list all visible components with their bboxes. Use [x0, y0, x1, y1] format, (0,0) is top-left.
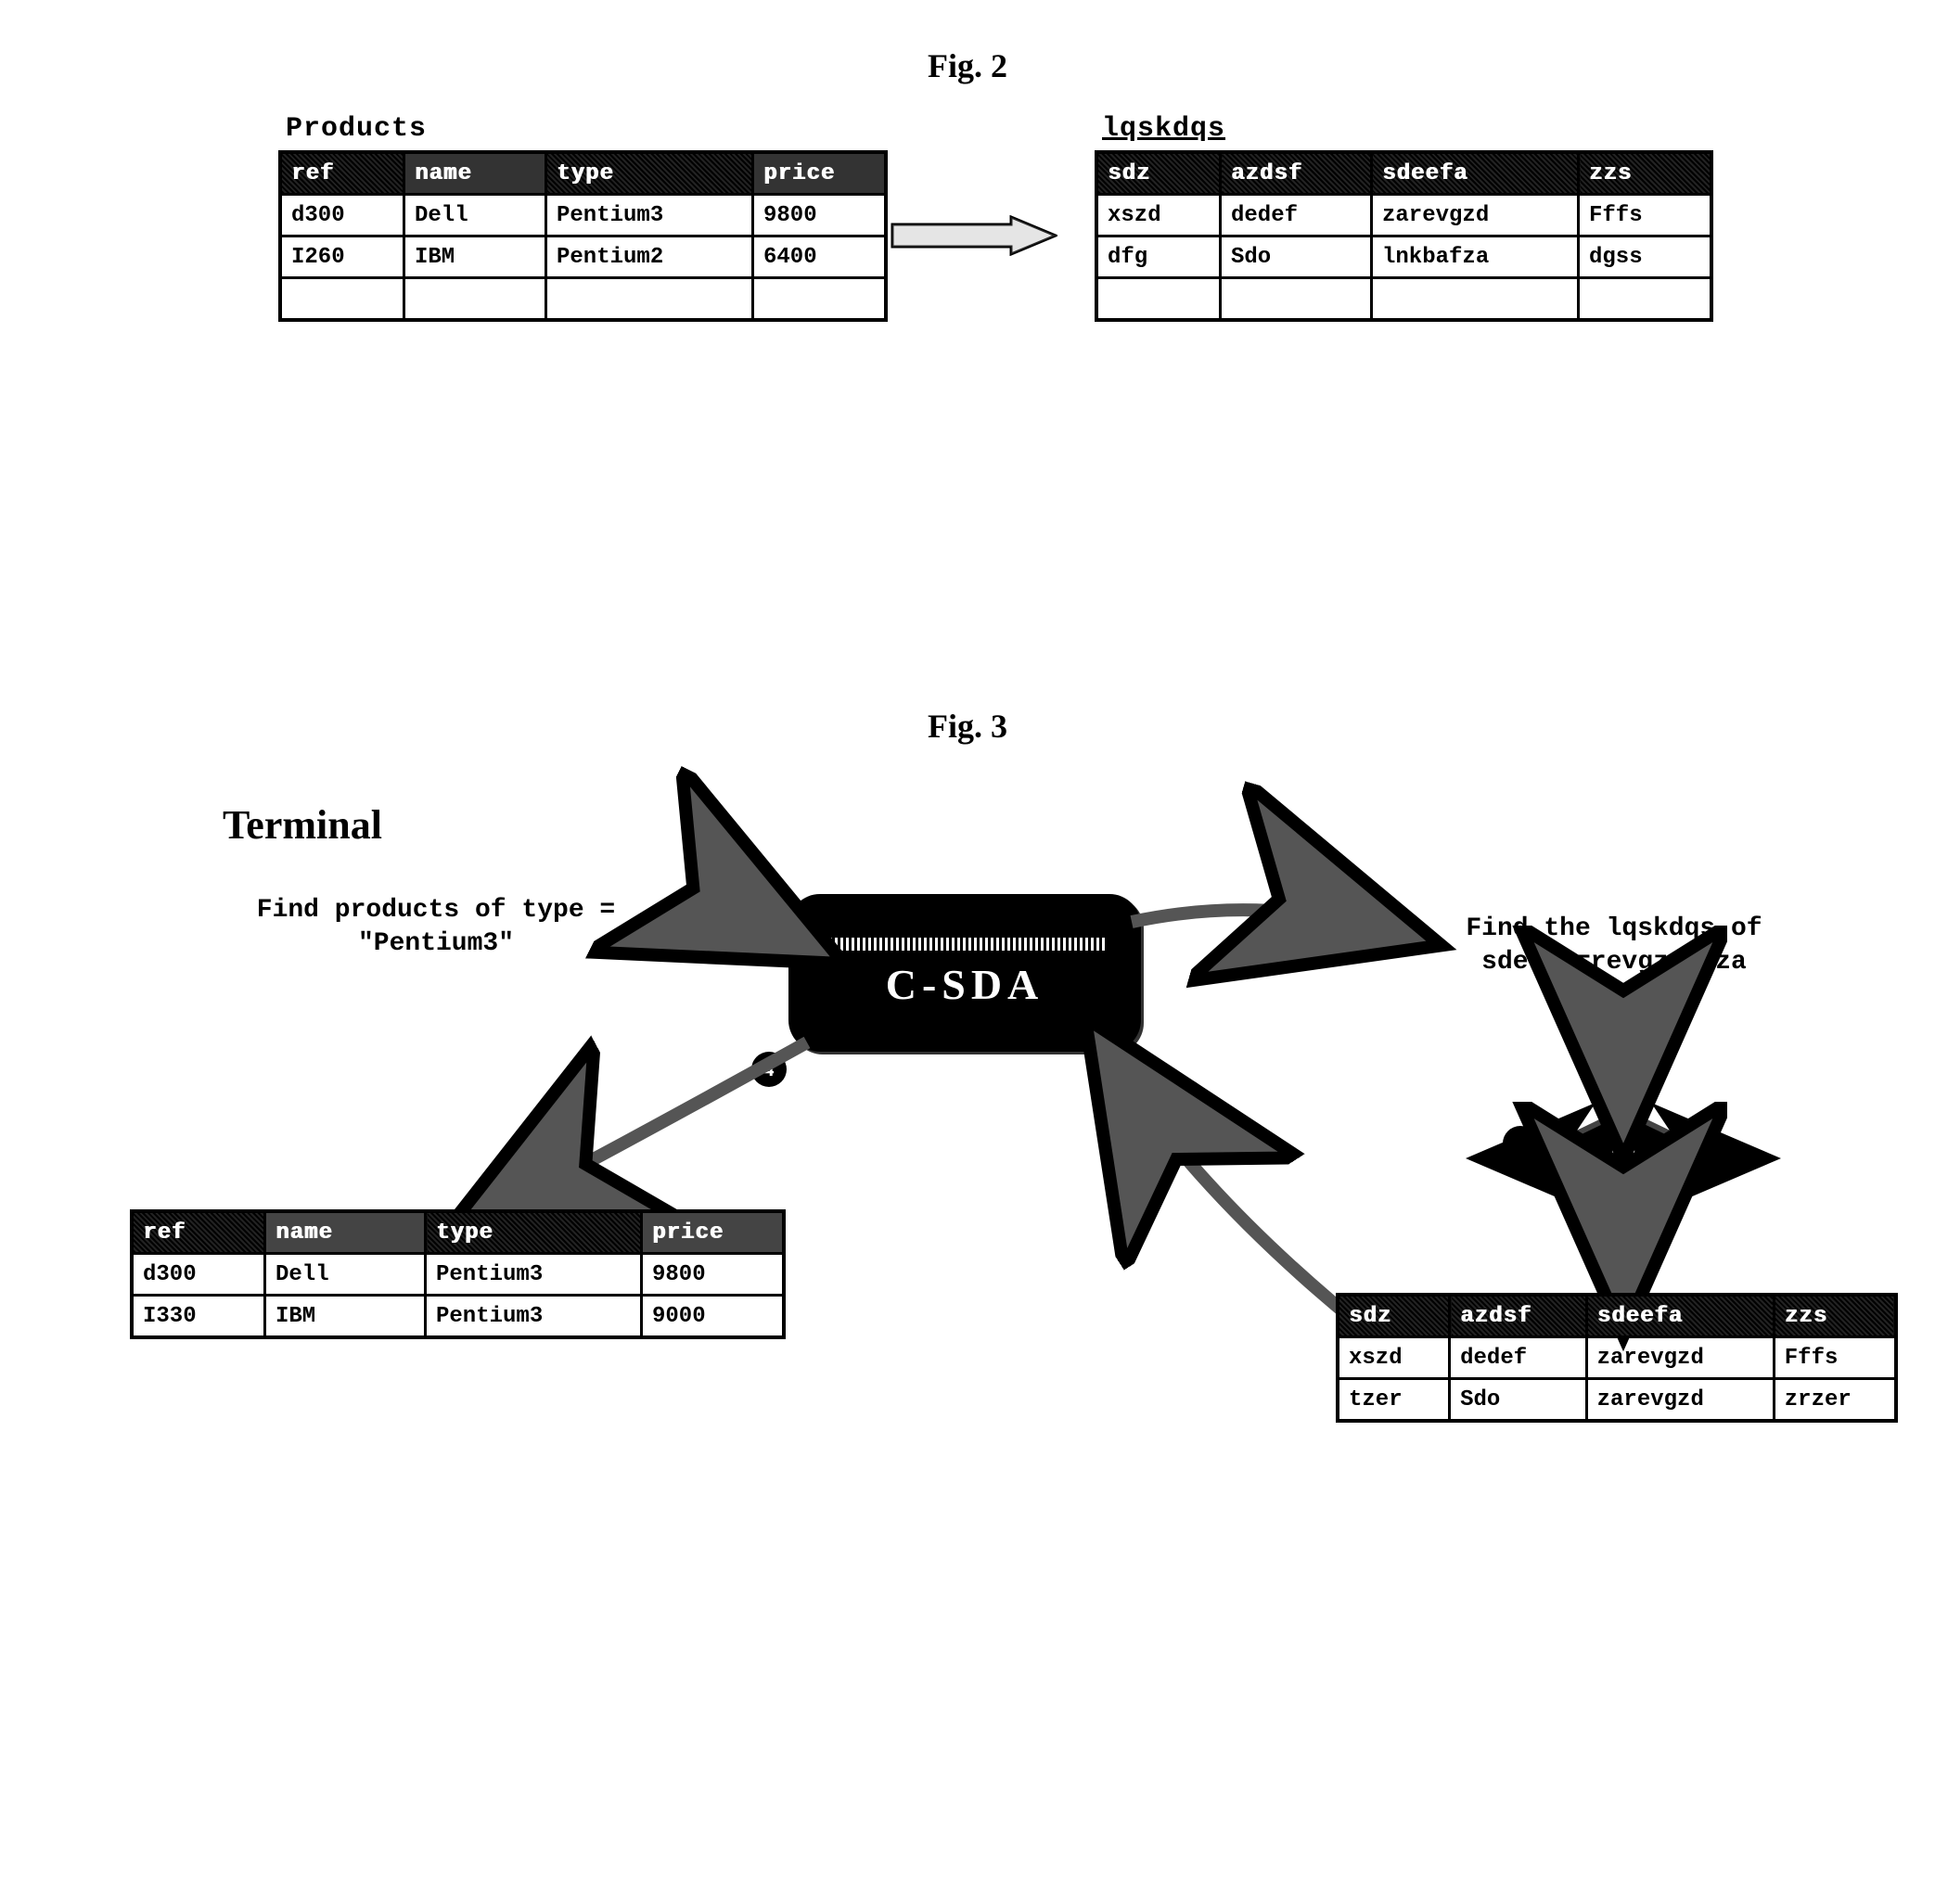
table-row: dfg Sdo lnkbafza dgss [1096, 236, 1711, 278]
left-query-text: Find products of type = "Pentium3" [176, 894, 696, 962]
cell: 6400 [753, 236, 887, 278]
cell: Dell [265, 1254, 426, 1296]
figure-2-label: Fig. 2 [37, 46, 1898, 85]
terminal-heading: Terminal [223, 801, 382, 849]
col-h1: azdsf [1221, 152, 1372, 195]
col-h0: sdz [1338, 1295, 1450, 1337]
dbms-node: DBMS [1521, 1107, 1725, 1209]
cell: Pentium3 [546, 195, 753, 236]
fig3-right-table: sdz azdsf sdeefa zzs xszd dedef zarevgzd… [1336, 1293, 1898, 1423]
cell: lnkbafza [1372, 236, 1579, 278]
table-header-row: sdz azdsf sdeefa zzs [1096, 152, 1711, 195]
cell: Pentium2 [546, 236, 753, 278]
fig2-left-table: ref name type price d300 Dell Pentium3 9… [278, 150, 888, 322]
marker-2: 2 [1503, 1126, 1538, 1161]
table-row: tzer Sdo zarevgzd zrzer [1338, 1379, 1896, 1422]
cell: Fffs [1774, 1337, 1896, 1379]
table-row: xszd dedef zarevgzd Fffs [1096, 195, 1711, 236]
cell: tzer [1338, 1379, 1450, 1422]
cell: zarevgzd [1372, 195, 1579, 236]
col-type: type [426, 1211, 642, 1254]
col-h3: zzs [1774, 1295, 1896, 1337]
cell: Fffs [1579, 195, 1712, 236]
table-header-row: ref name type price [132, 1211, 784, 1254]
fig2-left-title: Products [286, 113, 888, 145]
transform-arrow-icon [891, 215, 1057, 256]
table-row: d300 Dell Pentium3 9800 [132, 1254, 784, 1296]
cell: xszd [1338, 1337, 1450, 1379]
cell: 9800 [642, 1254, 785, 1296]
table-header-row: sdz azdsf sdeefa zzs [1338, 1295, 1896, 1337]
cell: 9800 [753, 195, 887, 236]
dbms-label: DBMS [1521, 1107, 1725, 1209]
col-ref: ref [132, 1211, 265, 1254]
cell: zarevgzd [1586, 1337, 1774, 1379]
cell: dedef [1450, 1337, 1587, 1379]
cell: Pentium3 [426, 1296, 642, 1338]
right-query-text: Find the lqskdqs of sdeefa=revgzd""za [1373, 913, 1855, 980]
csda-label: C-SDA [886, 960, 1044, 1009]
cell: zarevgzd [1586, 1379, 1774, 1422]
csda-pattern-icon [824, 938, 1106, 951]
table-row-empty [280, 278, 886, 321]
cell: xszd [1096, 195, 1221, 236]
cell: IBM [404, 236, 546, 278]
col-name: name [265, 1211, 426, 1254]
marker-3: 3 [1169, 1080, 1204, 1115]
col-type: type [546, 152, 753, 195]
cell: I260 [280, 236, 404, 278]
fig2-left-block: Products ref name type price d300 Dell P… [278, 113, 888, 322]
cell: IBM [265, 1296, 426, 1338]
fig3-right-table-block: sdz azdsf sdeefa zzs xszd dedef zarevgzd… [1336, 1293, 1898, 1423]
col-h3: zzs [1579, 152, 1712, 195]
cell: d300 [280, 195, 404, 236]
table-row: d300 Dell Pentium3 9800 [280, 195, 886, 236]
cell: dedef [1221, 195, 1372, 236]
cell: Dell [404, 195, 546, 236]
col-h0: sdz [1096, 152, 1221, 195]
fig2-right-title: lqskdqs [1102, 113, 1713, 145]
marker-4: 4 [751, 1052, 787, 1087]
figure-2-container: Products ref name type price d300 Dell P… [37, 113, 1898, 577]
fig2-right-table: sdz azdsf sdeefa zzs xszd dedef zarevgzd… [1095, 150, 1713, 322]
col-price: price [642, 1211, 785, 1254]
cell: Pentium3 [426, 1254, 642, 1296]
col-h2: sdeefa [1586, 1295, 1774, 1337]
col-h2: sdeefa [1372, 152, 1579, 195]
cell: Sdo [1221, 236, 1372, 278]
cell: d300 [132, 1254, 265, 1296]
col-price: price [753, 152, 887, 195]
fig2-right-block: lqskdqs sdz azdsf sdeefa zzs xszd dedef … [1095, 113, 1713, 322]
table-row: I260 IBM Pentium2 6400 [280, 236, 886, 278]
figure-3-label: Fig. 3 [37, 707, 1898, 746]
cell: 9000 [642, 1296, 785, 1338]
col-ref: ref [280, 152, 404, 195]
col-name: name [404, 152, 546, 195]
fig3-left-table-block: ref name type price d300 Dell Pentium3 9… [130, 1209, 786, 1339]
table-row: I330 IBM Pentium3 9000 [132, 1296, 784, 1338]
table-row: xszd dedef zarevgzd Fffs [1338, 1337, 1896, 1379]
figure-3-container: Terminal Find products of type = "Pentiu… [37, 801, 1898, 1636]
fig3-left-table: ref name type price d300 Dell Pentium3 9… [130, 1209, 786, 1339]
cell: dfg [1096, 236, 1221, 278]
cell: zrzer [1774, 1379, 1896, 1422]
marker-1: 1 [761, 885, 796, 920]
col-h1: azdsf [1450, 1295, 1587, 1337]
cell: I330 [132, 1296, 265, 1338]
csda-node: C-SDA [788, 894, 1141, 1052]
cell: Sdo [1450, 1379, 1587, 1422]
cell: dgss [1579, 236, 1712, 278]
table-row-empty [1096, 278, 1711, 321]
table-header-row: ref name type price [280, 152, 886, 195]
